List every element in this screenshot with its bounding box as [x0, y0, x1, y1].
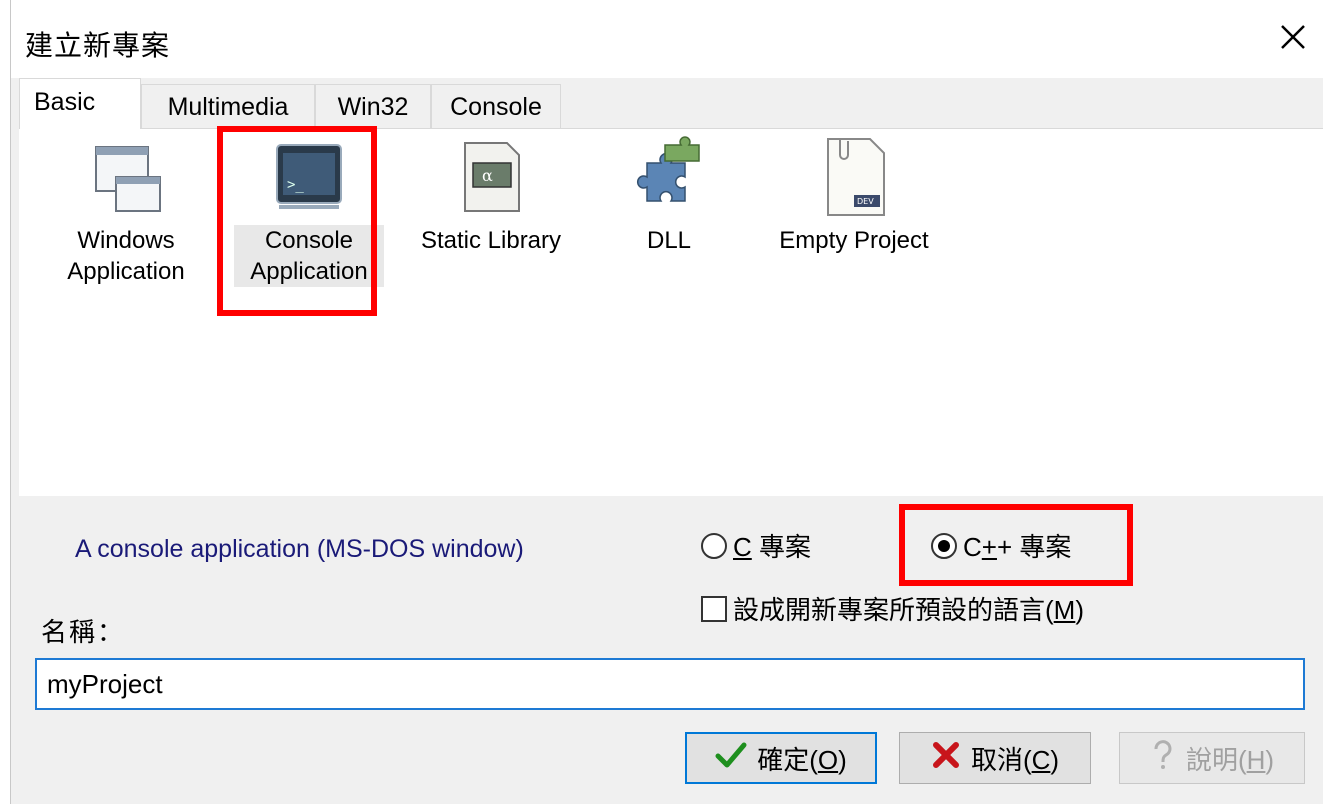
static-library-icon: α [451, 133, 531, 221]
help-label: 說明(H) [1185, 744, 1275, 775]
tab-basic[interactable]: Basic [19, 78, 141, 129]
svg-text:>_: >_ [287, 177, 304, 193]
radio-cpp-label: C++ 專案 [963, 532, 1072, 562]
project-name-input[interactable] [35, 658, 1305, 710]
template-list: Windows Application >_ Console Applicati… [19, 128, 1323, 496]
default-language-checkbox[interactable]: 設成開新專案所預設的語言(M) [701, 590, 1084, 627]
radio-cpp-project[interactable]: C++ 專案 [931, 527, 1071, 564]
tab-strip: Basic Multimedia Win32 Console [11, 78, 1323, 129]
puzzle-icon [629, 133, 709, 221]
radio-button[interactable] [701, 532, 727, 559]
help-question-icon [1150, 739, 1176, 778]
window-title: 建立新專案 [25, 30, 171, 61]
template-label-line1: Static Library [420, 227, 562, 254]
template-label-line1: Console [264, 227, 354, 254]
checkmark-icon [715, 741, 747, 776]
template-console-application[interactable]: >_ Console Application [234, 133, 384, 287]
ok-label: 確定(O) [757, 744, 847, 775]
template-label-line1: Windows [77, 227, 175, 254]
template-label-line1: Empty Project [779, 227, 929, 254]
windows-app-icon [86, 133, 166, 221]
cancel-x-icon [931, 740, 961, 777]
template-description: A console application (MS-DOS window) [75, 535, 524, 563]
tab-win32[interactable]: Win32 [315, 84, 431, 128]
template-windows-application[interactable]: Windows Application [41, 133, 211, 287]
help-button[interactable]: 說明(H) [1119, 732, 1305, 784]
template-static-library[interactable]: α Static Library [411, 133, 571, 256]
project-name-label: 名稱： [41, 617, 126, 647]
close-icon[interactable] [1276, 20, 1310, 54]
checkbox[interactable] [701, 595, 727, 622]
svg-text:α: α [482, 166, 493, 185]
template-dll[interactable]: DLL [609, 133, 729, 256]
console-app-icon: >_ [269, 133, 349, 221]
dev-file-icon: DEV [814, 133, 894, 221]
cancel-label: 取消(C) [970, 744, 1060, 775]
template-label-line1: DLL [646, 227, 692, 254]
title-bar: 建立新專案 [11, 0, 1323, 78]
radio-button[interactable] [931, 532, 957, 559]
template-label-line2: Application [67, 258, 185, 285]
default-language-label: 設成開新專案所預設的語言(M) [733, 595, 1085, 625]
tab-console[interactable]: Console [431, 84, 561, 128]
radio-c-project[interactable]: C 專案 [701, 527, 811, 564]
cancel-button[interactable]: 取消(C) [899, 732, 1091, 784]
radio-c-label: C 專案 [733, 532, 812, 562]
template-label-line2: Application [250, 258, 368, 285]
tab-multimedia[interactable]: Multimedia [141, 84, 315, 128]
ok-button[interactable]: 確定(O) [685, 732, 877, 784]
svg-text:DEV: DEV [857, 197, 874, 206]
template-empty-project[interactable]: DEV Empty Project [769, 133, 939, 256]
new-project-dialog: 建立新專案 Basic Multimedia Win32 Console Win… [10, 0, 1323, 804]
